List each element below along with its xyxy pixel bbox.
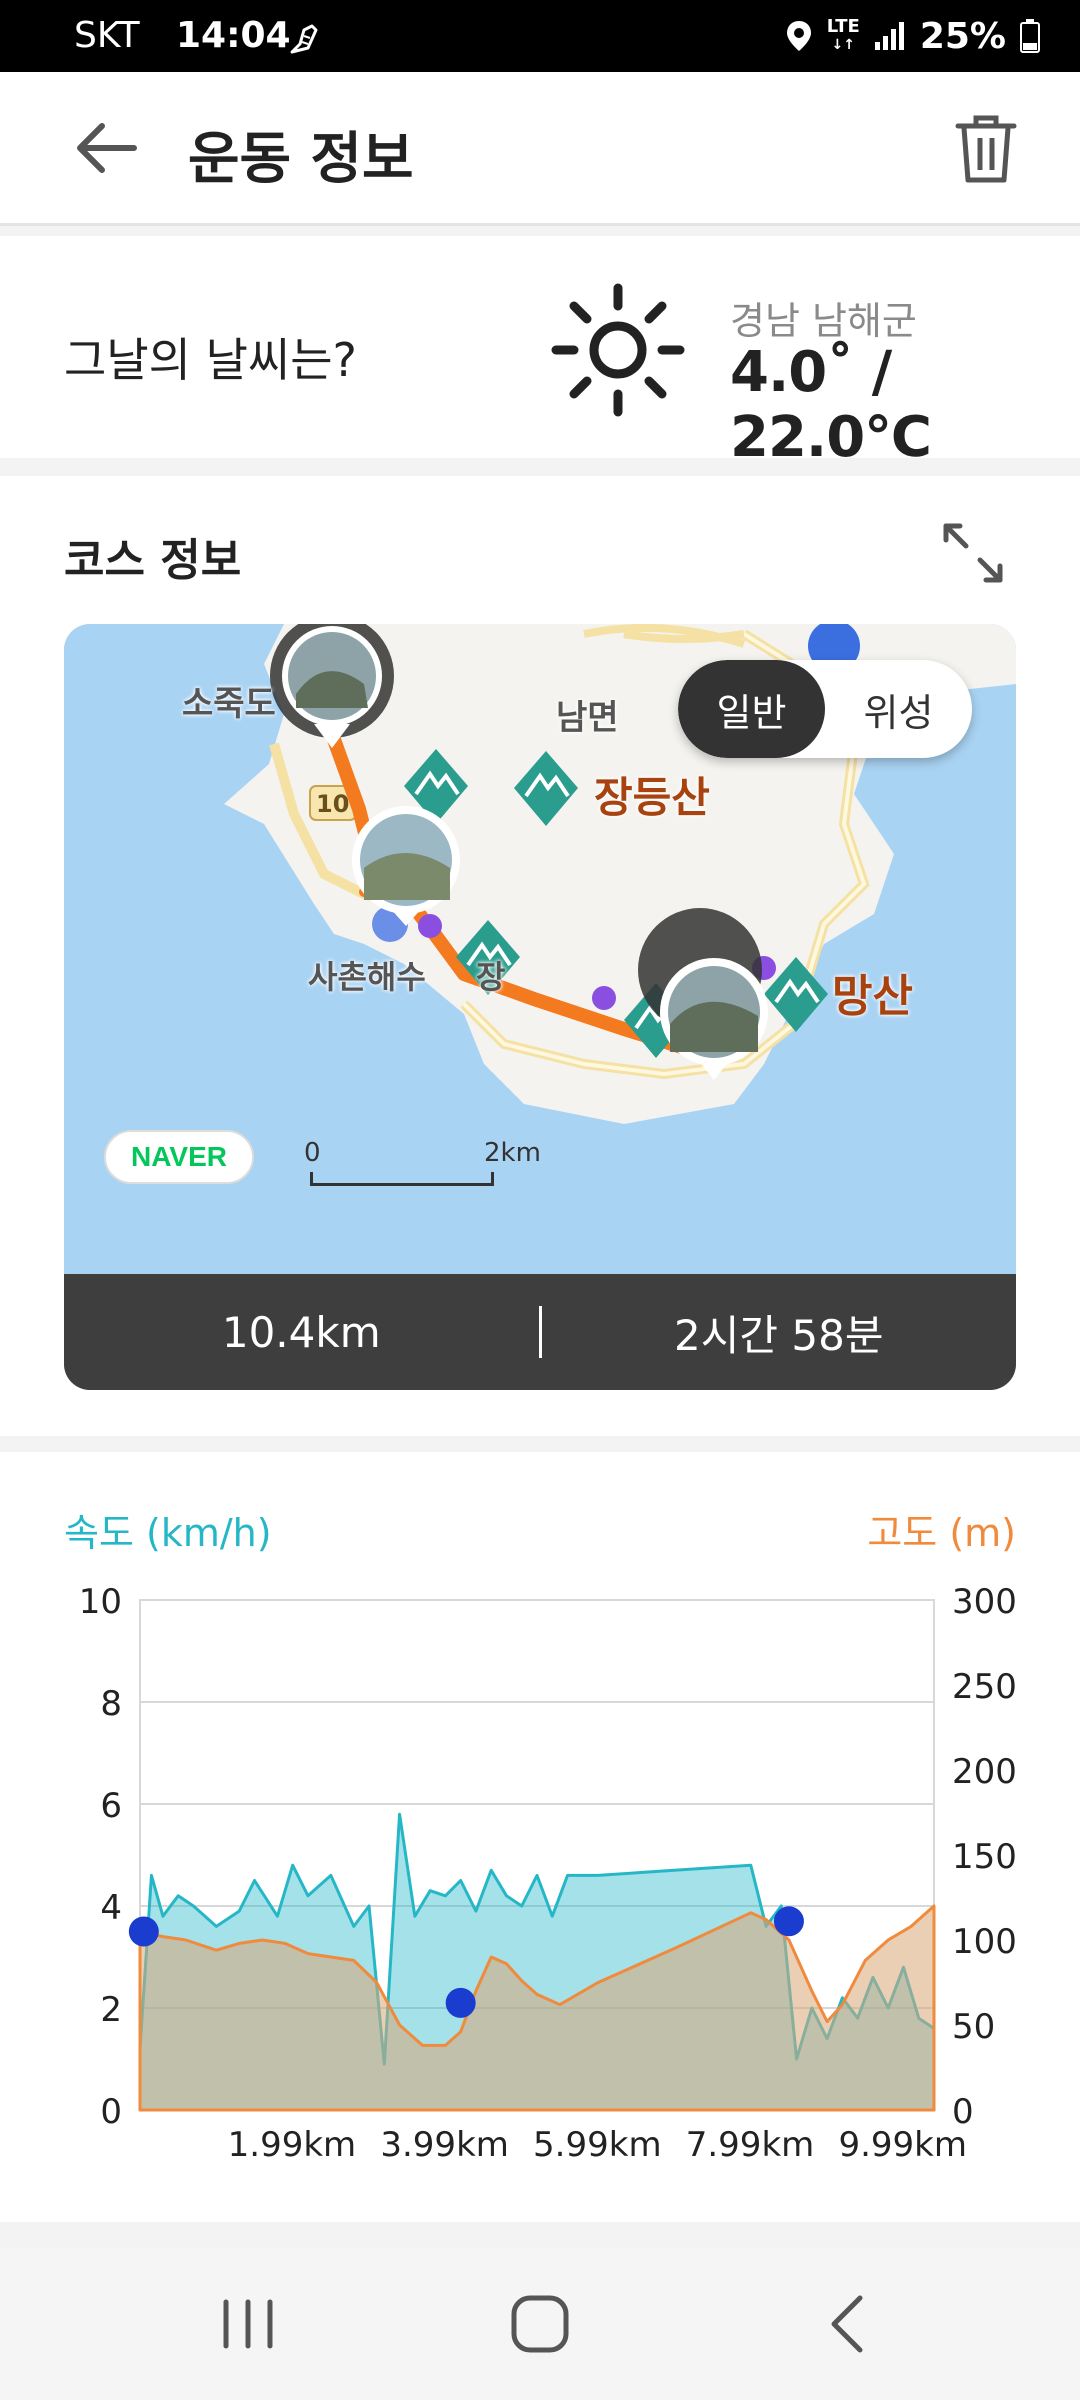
scale-min: 0 xyxy=(304,1138,321,1168)
x-tick-label: 7.99km xyxy=(686,2125,815,2165)
speed-tick-label: 4 xyxy=(100,1888,122,1928)
back-icon[interactable] xyxy=(808,2288,888,2360)
app-header: 운동 정보 xyxy=(0,72,1080,226)
speed-tick-label: 10 xyxy=(79,1582,122,1622)
lte-icon: LTE ↓↑ xyxy=(826,16,860,54)
speed-altitude-chart-card: 속도 (km/h) 고도 (m) 0 2 4 6 8 10 0 50 100 150 200 250 3… xyxy=(0,1452,1080,2222)
walking-shoe-icon xyxy=(290,24,318,54)
poi-icon xyxy=(418,914,442,938)
altitude-tick-label: 250 xyxy=(952,1667,1017,1707)
map-type-toggle[interactable]: 일반 위성 xyxy=(678,660,972,758)
x-tick-label: 1.99km xyxy=(228,2125,357,2165)
battery-percent: 25% xyxy=(919,15,1006,57)
naver-logo[interactable]: NAVER xyxy=(104,1130,254,1184)
weather-temperature: 4.0˚ / 22.0℃ xyxy=(730,340,932,470)
altitude-tick-label: 100 xyxy=(952,1922,1017,1962)
course-map[interactable]: 10 소죽도 남면 장등산 사촌해수 장 망산 일반 위성 NAVER 0 2k… xyxy=(64,624,1016,1390)
scale-max: 2km xyxy=(484,1138,541,1168)
course-distance: 10.4km xyxy=(221,1307,381,1357)
x-tick-label: 3.99km xyxy=(380,2125,509,2165)
speed-tick-label: 0 xyxy=(100,2092,122,2132)
map-label-mountain: 망산 xyxy=(832,971,913,1022)
map-label-beach: 사촌해수 xyxy=(308,958,426,996)
photo-point-marker xyxy=(128,1916,159,1947)
weather-card: 그날의 날씨는? 경남 남해군 4.0˚ / 22.0℃ xyxy=(0,236,1080,470)
altitude-tick-label: 150 xyxy=(952,1837,1017,1877)
carrier-label: SKT xyxy=(74,15,140,56)
x-tick-label: 5.99km xyxy=(533,2125,662,2165)
photo-point-marker xyxy=(445,1987,476,2018)
sun-icon xyxy=(551,283,685,417)
battery-icon xyxy=(1020,19,1040,53)
course-card: 코스 정보 10 소죽도 남면 장등산 사촌해수 장 망산 일반 위성 NAVE… xyxy=(0,476,1080,1436)
speed-tick-label: 6 xyxy=(100,1786,122,1826)
altitude-tick-label: 50 xyxy=(952,2007,995,2047)
expand-icon[interactable] xyxy=(942,522,1004,584)
page-title: 운동 정보 xyxy=(188,127,414,192)
recent-apps-icon[interactable] xyxy=(208,2288,288,2360)
map-label-district: 남면 xyxy=(556,698,619,738)
course-title: 코스 정보 xyxy=(64,535,242,586)
altitude-tick-label: 300 xyxy=(952,1582,1017,1622)
trash-icon[interactable] xyxy=(954,114,1018,184)
map-label-beach-suffix: 장 xyxy=(476,958,506,996)
road-number: 10 xyxy=(316,790,349,818)
weather-question: 그날의 날씨는? xyxy=(64,333,357,387)
x-tick-label: 9.99km xyxy=(838,2125,967,2165)
signal-icon xyxy=(874,22,904,50)
map-label-mountain: 장등산 xyxy=(594,773,710,822)
course-stats-bar: 10.4km 2시간 58분 xyxy=(64,1274,1016,1390)
map-type-normal[interactable]: 일반 xyxy=(678,660,825,758)
photo-point-marker xyxy=(773,1906,804,1937)
status-bar: SKT 14:04 LTE ↓↑ 25% xyxy=(0,0,1080,72)
location-icon xyxy=(786,21,811,51)
system-nav-bar xyxy=(0,2248,1080,2400)
arrow-left-icon[interactable] xyxy=(70,118,142,178)
poi-icon xyxy=(592,986,616,1010)
map-label-town: 소죽도 xyxy=(182,684,276,724)
scale-bar xyxy=(310,1172,494,1186)
speed-tick-label: 2 xyxy=(100,1990,122,2030)
altitude-tick-label: 200 xyxy=(952,1752,1017,1792)
course-duration: 2시간 58분 xyxy=(674,1310,884,1360)
clock: 14:04 xyxy=(176,15,291,56)
speed-altitude-chart[interactable]: 02468100501001502002503001.99km 3.99km 5.9… xyxy=(0,1452,1080,2222)
map-type-satellite[interactable]: 위성 xyxy=(825,660,972,758)
home-icon[interactable] xyxy=(500,2288,580,2360)
speed-tick-label: 8 xyxy=(100,1684,122,1724)
weather-location: 경남 남해군 xyxy=(730,299,917,343)
